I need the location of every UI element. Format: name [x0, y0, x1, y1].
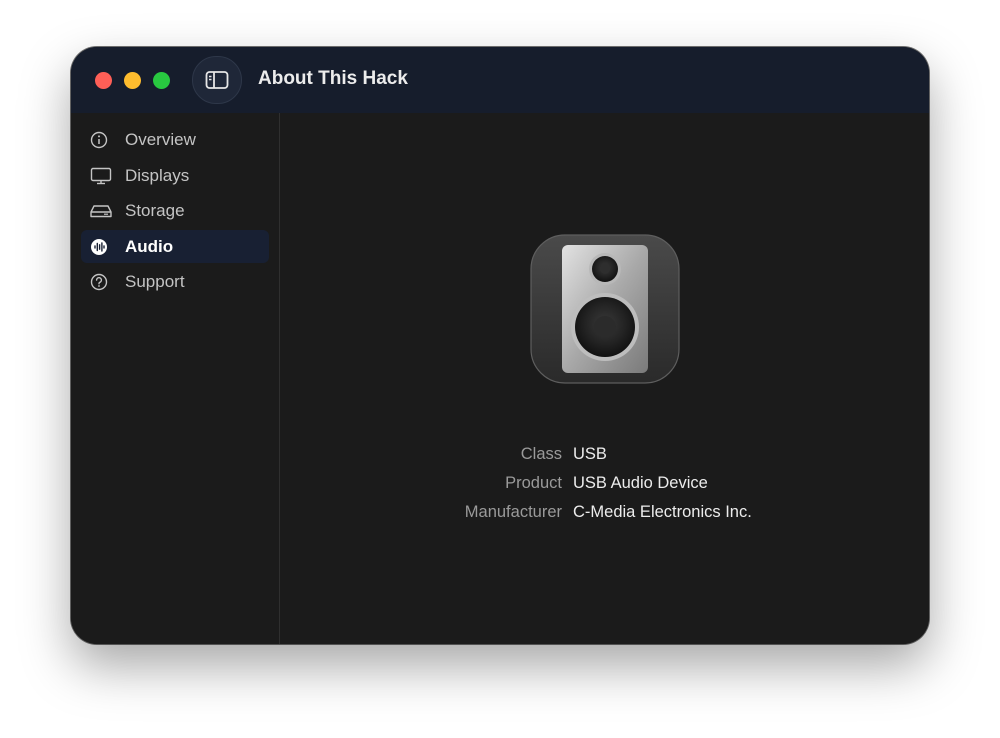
- maximize-button[interactable]: [153, 72, 170, 89]
- sidebar-item-label: Storage: [125, 200, 185, 220]
- sidebar-item-support[interactable]: Support: [81, 265, 269, 298]
- audio-detail-pane: Class USB Product USB Audio Device Manuf…: [280, 113, 929, 644]
- sidebar-item-label: Support: [125, 271, 185, 291]
- detail-row-product: Product USB Audio Device: [280, 474, 929, 498]
- display-icon: [90, 166, 116, 186]
- sidebar-toggle-icon: [205, 71, 229, 89]
- detail-value: USB: [573, 445, 607, 463]
- sidebar-item-overview[interactable]: Overview: [81, 123, 269, 156]
- detail-row-manufacturer: Manufacturer C-Media Electronics Inc.: [280, 503, 929, 527]
- detail-label: Class: [520, 445, 562, 463]
- sidebar-item-audio[interactable]: Audio: [81, 230, 269, 263]
- title-bar: About This Hack: [71, 47, 929, 113]
- sidebar-item-displays[interactable]: Displays: [81, 159, 269, 192]
- close-button[interactable]: [95, 72, 112, 89]
- question-circle-icon: [90, 272, 116, 292]
- sidebar: Overview Displays Storage Audio Support: [71, 113, 280, 644]
- sidebar-item-storage[interactable]: Storage: [81, 194, 269, 227]
- detail-value: C-Media Electronics Inc.: [573, 503, 752, 521]
- sidebar-item-label: Displays: [125, 165, 190, 185]
- drive-icon: [90, 201, 116, 221]
- detail-row-class: Class USB: [280, 445, 929, 469]
- detail-value: USB Audio Device: [573, 474, 708, 492]
- sidebar-toggle-button[interactable]: [192, 56, 242, 104]
- waveform-icon: [90, 237, 116, 257]
- info-circle-icon: [90, 130, 116, 150]
- detail-label: Product: [505, 474, 562, 492]
- minimize-button[interactable]: [124, 72, 141, 89]
- speaker-icon: [530, 234, 680, 384]
- detail-label: Manufacturer: [464, 503, 562, 521]
- about-this-hack-window: About This Hack Overview Displays Storag…: [71, 47, 929, 644]
- window-title: About This Hack: [258, 68, 408, 89]
- sidebar-item-label: Audio: [125, 236, 174, 256]
- sidebar-item-label: Overview: [125, 129, 196, 149]
